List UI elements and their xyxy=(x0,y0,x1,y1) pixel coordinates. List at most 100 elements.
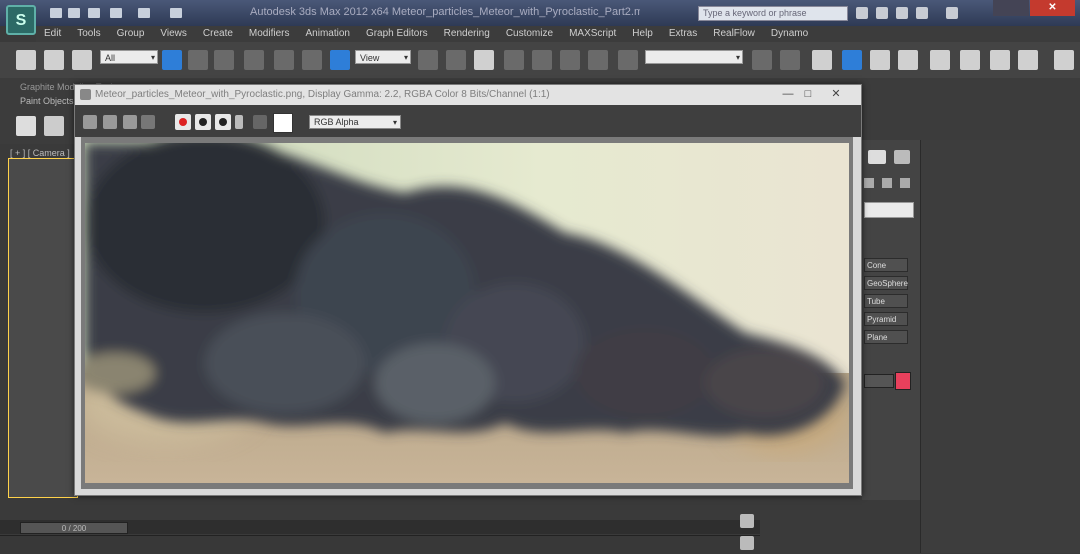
close-toolbar-icon[interactable] xyxy=(1054,50,1074,70)
paint-objects-icon[interactable] xyxy=(44,116,64,136)
move-icon[interactable] xyxy=(274,50,294,70)
menu-modifiers[interactable]: Modifiers xyxy=(241,26,298,42)
frame-close-button[interactable]: ✕ xyxy=(827,87,845,101)
display-icon[interactable] xyxy=(868,150,886,164)
menu-tools[interactable]: Tools xyxy=(69,26,108,42)
graphite-toggle-icon[interactable] xyxy=(842,50,862,70)
reference-coordinate-dropdown[interactable]: View xyxy=(355,50,411,65)
help-icon[interactable] xyxy=(946,7,958,19)
command-panel xyxy=(920,140,1080,553)
close-button[interactable]: ✕ xyxy=(1030,0,1075,16)
save-image-icon[interactable] xyxy=(83,115,97,129)
menu-maxscript[interactable]: MAXScript xyxy=(561,26,624,42)
angle-snap-icon[interactable] xyxy=(532,50,552,70)
time-slider[interactable]: 0 / 200 xyxy=(20,522,128,534)
percent-snap-icon[interactable] xyxy=(560,50,580,70)
clone-window-icon[interactable] xyxy=(103,115,117,129)
pivot-center-icon[interactable] xyxy=(418,50,438,70)
select-manipulate-icon[interactable] xyxy=(446,50,466,70)
menu-rendering[interactable]: Rendering xyxy=(436,26,498,42)
search-input[interactable]: Type a keyword or phrase xyxy=(698,6,848,21)
object-type-dropdown[interactable] xyxy=(864,202,914,218)
menu-realflow[interactable]: RealFlow xyxy=(705,26,763,42)
clear-icon[interactable] xyxy=(141,115,155,129)
communication-center-icon[interactable] xyxy=(876,7,888,19)
named-selection-dropdown[interactable] xyxy=(645,50,743,65)
green-channel-toggle[interactable] xyxy=(195,114,211,130)
render-setup-icon[interactable] xyxy=(960,50,980,70)
menu-customize[interactable]: Customize xyxy=(498,26,561,42)
geosphere-button[interactable]: GeoSphere xyxy=(864,276,908,290)
name-field[interactable] xyxy=(864,374,894,388)
menu-dynamo[interactable]: Dynamo xyxy=(763,26,816,42)
scale-icon[interactable] xyxy=(330,50,350,70)
frame-window-titlebar[interactable]: Meteor_particles_Meteor_with_Pyroclastic… xyxy=(75,85,861,105)
plane-button[interactable]: Plane xyxy=(864,330,908,344)
open-file-icon[interactable] xyxy=(68,8,80,18)
keyboard-shortcut-icon[interactable] xyxy=(474,50,494,70)
binoculars-icon[interactable] xyxy=(856,7,868,19)
channel-dropdown[interactable]: RGB Alpha xyxy=(309,115,401,129)
frame-minimize-button[interactable]: — xyxy=(779,87,797,101)
undo-icon[interactable] xyxy=(110,8,122,18)
menu-create[interactable]: Create xyxy=(195,26,241,42)
menu-extras[interactable]: Extras xyxy=(661,26,705,42)
menu-help[interactable]: Help xyxy=(624,26,661,42)
bind-space-warp-icon[interactable] xyxy=(72,50,92,70)
rectangular-selection-icon[interactable] xyxy=(214,50,234,70)
align-icon[interactable] xyxy=(780,50,800,70)
schematic-view-icon[interactable] xyxy=(898,50,918,70)
track-bar[interactable] xyxy=(0,535,760,554)
tube-button[interactable]: Tube xyxy=(864,294,908,308)
spinner-snap-icon[interactable] xyxy=(588,50,608,70)
key-filters-icon[interactable] xyxy=(740,536,754,550)
lights-icon[interactable] xyxy=(900,178,910,188)
background-color-swatch[interactable] xyxy=(273,113,293,133)
material-editor-icon[interactable] xyxy=(930,50,950,70)
menu-animation[interactable]: Animation xyxy=(297,26,357,42)
select-object-icon[interactable] xyxy=(162,50,182,70)
minimize-button[interactable] xyxy=(993,0,1029,16)
render-production-icon[interactable] xyxy=(1018,50,1038,70)
edit-named-selection-icon[interactable] xyxy=(618,50,638,70)
project-folder-icon[interactable] xyxy=(170,8,182,18)
alpha-toggle-icon[interactable] xyxy=(235,115,243,129)
favorites-icon[interactable] xyxy=(896,7,908,19)
ribbon-tab-paint[interactable]: Paint Objects xyxy=(20,96,74,106)
save-file-icon[interactable] xyxy=(88,8,100,18)
utilities-icon[interactable] xyxy=(894,150,910,164)
menu-views[interactable]: Views xyxy=(152,26,195,42)
window-crossing-icon[interactable] xyxy=(244,50,264,70)
app-logo[interactable]: S xyxy=(6,5,36,35)
selection-filter-dropdown[interactable]: All xyxy=(100,50,158,65)
mini-curve-editor-icon[interactable] xyxy=(740,514,754,528)
monochrome-icon[interactable] xyxy=(253,115,267,129)
geometry-icon[interactable] xyxy=(864,178,874,188)
menu-group[interactable]: Group xyxy=(109,26,153,42)
curve-editor-icon[interactable] xyxy=(870,50,890,70)
frame-maximize-button[interactable]: □ xyxy=(799,87,817,101)
pyramid-button[interactable]: Pyramid xyxy=(864,312,908,326)
redo-icon[interactable] xyxy=(138,8,150,18)
mirror-icon[interactable] xyxy=(752,50,772,70)
select-by-name-icon[interactable] xyxy=(188,50,208,70)
star-icon[interactable] xyxy=(916,7,928,19)
print-icon[interactable] xyxy=(123,115,137,129)
cone-button[interactable]: Cone xyxy=(864,258,908,272)
unlink-icon[interactable] xyxy=(44,50,64,70)
menu-graph-editors[interactable]: Graph Editors xyxy=(358,26,436,42)
new-file-icon[interactable] xyxy=(50,8,62,18)
camera-viewport[interactable] xyxy=(8,158,78,498)
snap-toggle-icon[interactable] xyxy=(504,50,524,70)
menu-edit[interactable]: Edit xyxy=(36,26,69,42)
layer-manager-icon[interactable] xyxy=(812,50,832,70)
viewport-label[interactable]: [ + ] [ Camera ] xyxy=(10,148,70,158)
rendered-frame-window-icon[interactable] xyxy=(990,50,1010,70)
rotate-icon[interactable] xyxy=(302,50,322,70)
blue-channel-toggle[interactable] xyxy=(215,114,231,130)
object-color-swatch[interactable] xyxy=(895,372,911,390)
paint-brush-icon[interactable] xyxy=(16,116,36,136)
shapes-icon[interactable] xyxy=(882,178,892,188)
select-link-icon[interactable] xyxy=(16,50,36,70)
red-channel-toggle[interactable] xyxy=(175,114,191,130)
